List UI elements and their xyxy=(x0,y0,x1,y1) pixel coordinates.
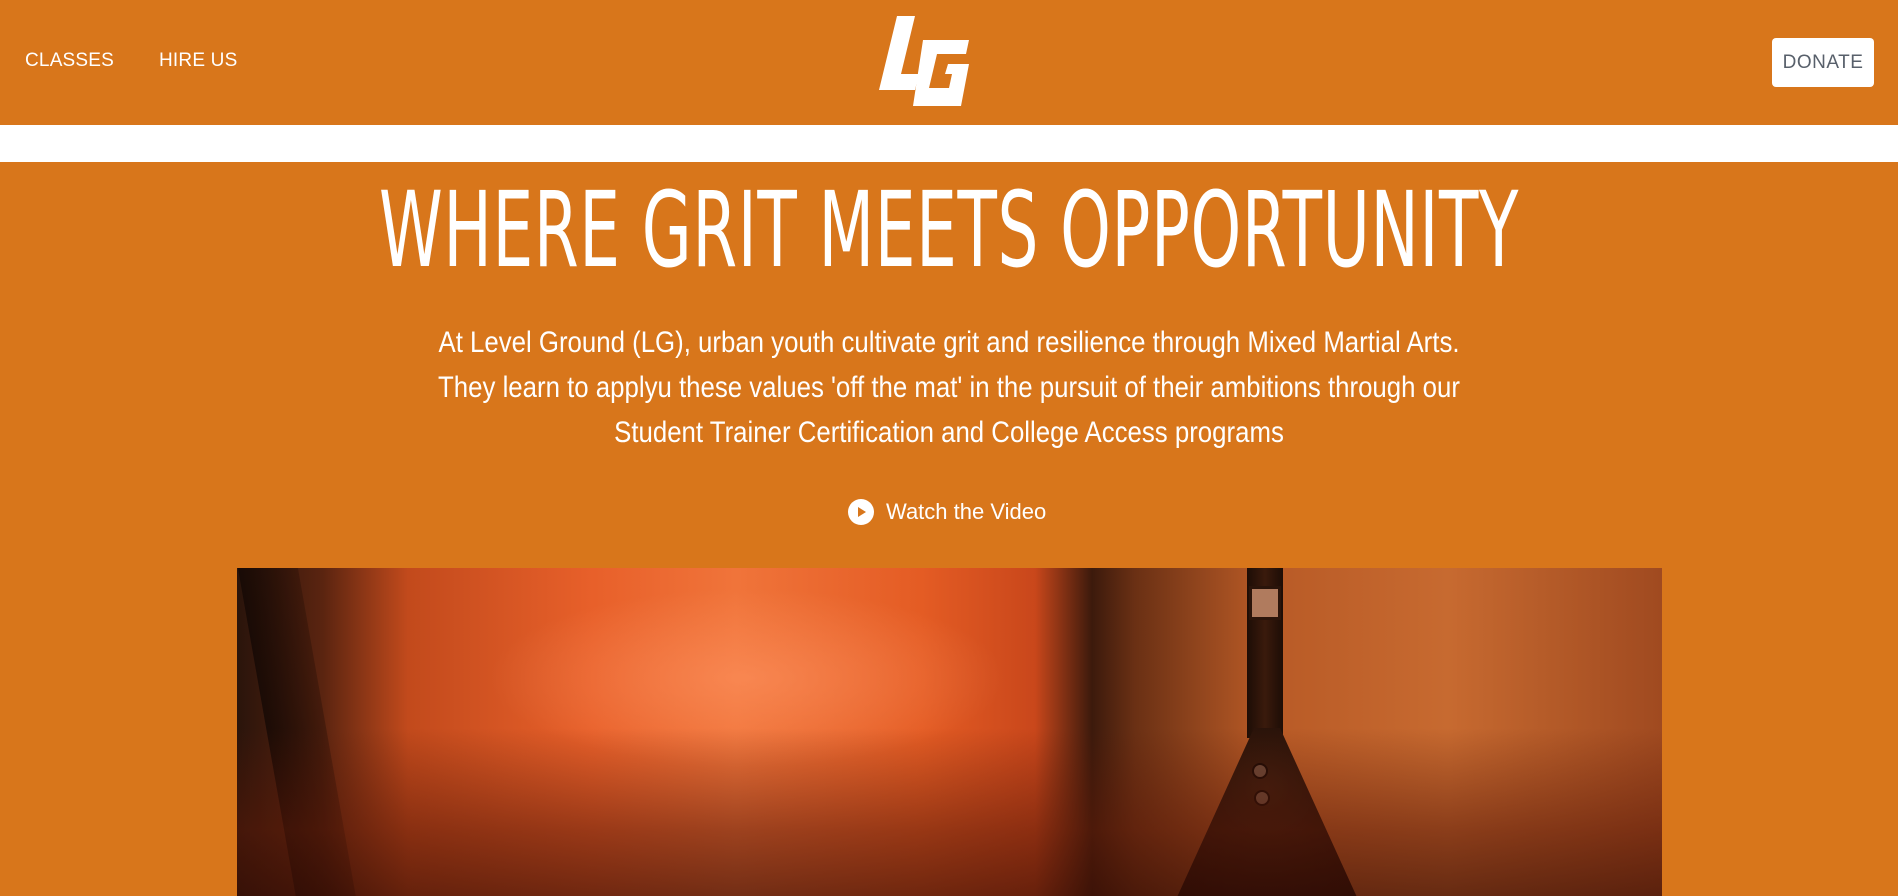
photo-bottom-shade xyxy=(237,728,1662,896)
play-circle-icon xyxy=(848,499,874,525)
nav-hire-us-link[interactable]: HIRE US xyxy=(159,50,237,72)
lg-logo-mark xyxy=(879,16,969,106)
hero-title: WHERE GRIT MEETS OPPORTUNITY xyxy=(379,169,1519,291)
hero-subtitle: At Level Ground (LG), urban youth cultiv… xyxy=(438,326,1460,449)
punching-bag-tag xyxy=(1249,586,1281,620)
site-header: CLASSES HIRE US DONATE xyxy=(0,0,1898,125)
donate-button[interactable]: DONATE xyxy=(1772,38,1874,87)
hero-punching-bag-image xyxy=(237,568,1662,896)
watch-video-link[interactable]: Watch the Video xyxy=(848,497,1046,527)
header-divider-band xyxy=(0,125,1898,162)
watch-video-label: Watch the Video xyxy=(886,499,1047,524)
lg-logo[interactable] xyxy=(875,12,975,110)
nav-classes-link[interactable]: CLASSES xyxy=(25,50,114,72)
